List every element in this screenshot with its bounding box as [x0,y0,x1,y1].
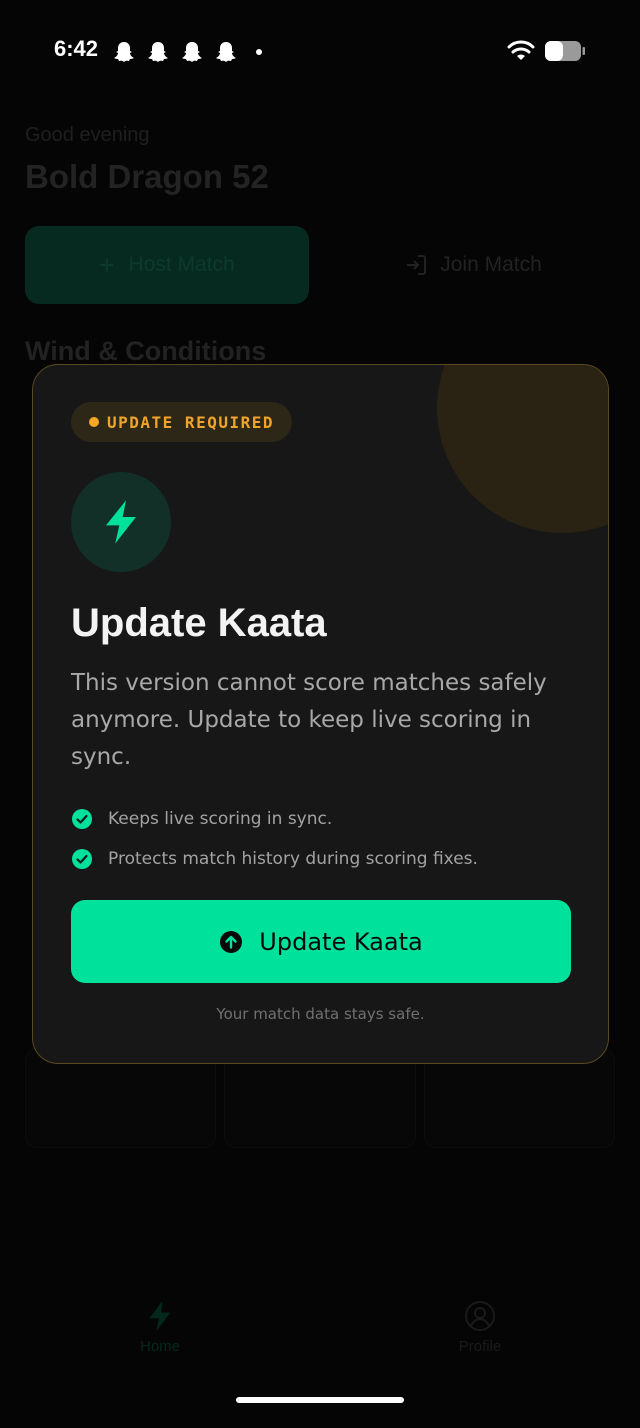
check-circle-icon [72,849,92,869]
home-indicator[interactable] [236,1397,404,1403]
plus-icon: + [99,249,115,280]
list-item: Keeps live scoring in sync. [71,799,478,839]
badge-dot-icon [89,417,99,427]
screen: Good evening Bold Dragon 52 + Host Match… [0,0,640,1428]
update-button-label: Update Kaata [259,927,423,956]
user-icon [465,1301,495,1331]
check-circle-icon [72,809,92,829]
tab-bar: Home Profile [0,1290,640,1380]
badge-label: UPDATE REQUIRED [107,412,274,432]
host-match-label: Host Match [128,253,235,276]
bolt-icon [106,500,136,544]
decorative-glow [437,365,608,533]
more-notifications-dot-icon [256,49,262,55]
status-bar: 6:42 [0,0,640,100]
update-required-modal: UPDATE REQUIRED Update Kaata This versio… [32,364,609,1064]
wifi-icon [507,40,535,60]
modal-description: This version cannot score matches safely… [71,670,547,770]
bolt-icon [149,1301,171,1331]
update-required-badge: UPDATE REQUIRED [71,402,292,442]
arrow-up-circle-icon [220,930,243,953]
tab-profile[interactable]: Profile [440,1300,520,1355]
notification-icons [112,40,262,64]
snapchat-icon [114,42,134,62]
snapchat-icon [216,42,236,62]
modal-title: Update Kaata [71,601,327,645]
snapchat-icon [148,42,168,62]
tab-home-label: Home [139,1338,180,1355]
battery-icon [545,41,585,61]
list-item: Protects match history during scoring fi… [71,839,478,879]
host-match-button[interactable]: + Host Match [25,226,309,304]
status-time: 6:42 [54,36,99,61]
benefits-list: Keeps live scoring in sync. Protects mat… [71,799,478,879]
section-title: Wind & Conditions [25,336,267,366]
tab-home[interactable]: Home [120,1300,200,1355]
benefit-text: Protects match history during scoring fi… [108,849,478,869]
footnote-text: Your match data stays safe. [216,1005,425,1023]
tab-profile-label: Profile [458,1338,502,1355]
bolt-icon-container [71,472,171,572]
benefit-text: Keeps live scoring in sync. [108,809,333,829]
greeting-text: Good evening [25,124,150,146]
join-match-button[interactable]: Join Match [331,226,615,304]
join-match-label: Join Match [440,253,542,276]
update-app-button[interactable]: Update Kaata [71,900,571,983]
login-icon [407,255,427,275]
username-heading: Bold Dragon 52 [25,158,269,195]
snapchat-icon [182,42,202,62]
